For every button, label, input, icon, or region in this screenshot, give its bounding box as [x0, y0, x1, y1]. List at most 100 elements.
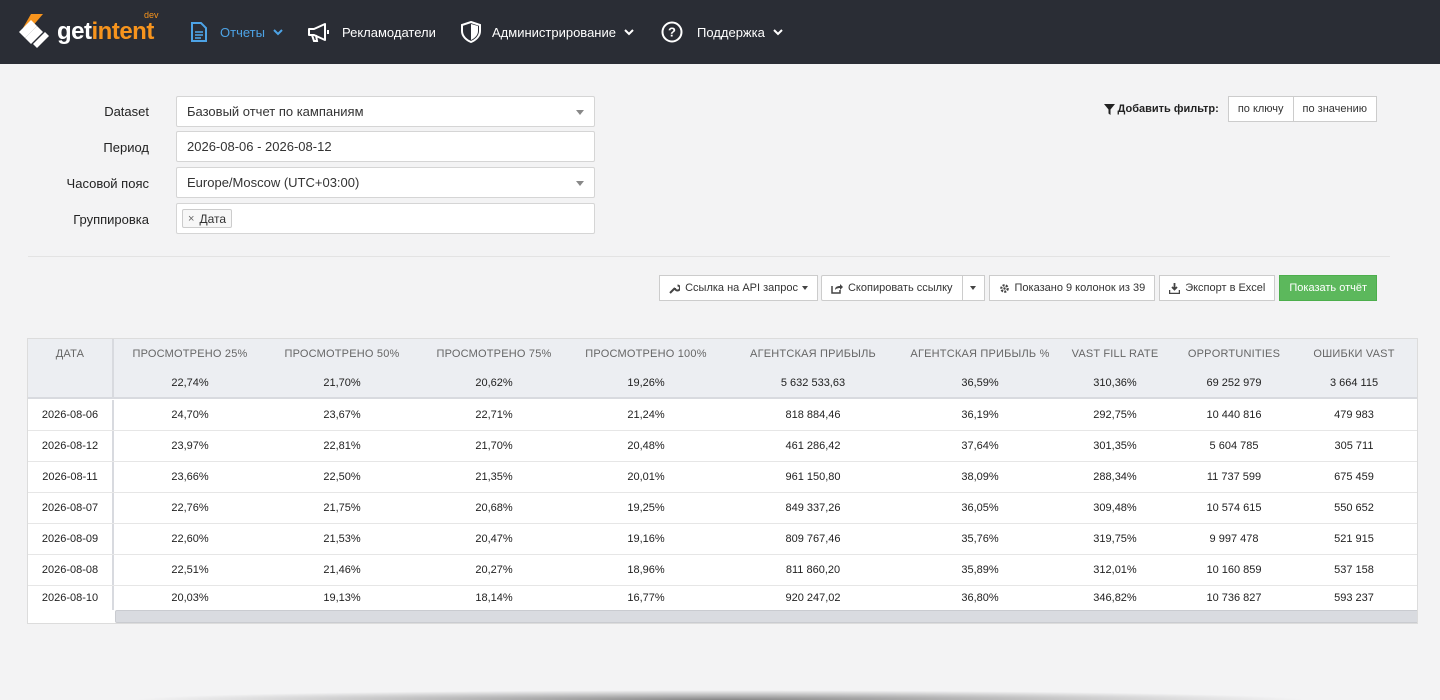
download-icon: [1169, 282, 1181, 294]
table-row: 2026-08-11 23,66% 22,50% 21,35% 20,01% 9…: [28, 462, 1417, 493]
table-cell: 35,76%: [961, 533, 999, 545]
copy-link-label: Скопировать ссылку: [847, 282, 953, 294]
column-header[interactable]: Просмотрено 50%: [266, 339, 418, 369]
column-header[interactable]: Просмотрено 25%: [114, 339, 266, 369]
column-header[interactable]: VAST fill rate: [1056, 339, 1174, 369]
table-cell: 288,34%: [1093, 471, 1137, 483]
total-cell: 3 664 115: [1329, 377, 1379, 389]
table-cell: 2026-08-11: [28, 462, 114, 492]
wrench-icon: [669, 283, 681, 294]
filter-by-value-button[interactable]: по значению: [1292, 96, 1377, 122]
env-badge: dev: [144, 10, 159, 20]
table-cell: 5 604 785: [1209, 440, 1259, 452]
section-divider: [28, 256, 1390, 257]
table-cell: 23,66%: [171, 471, 209, 483]
grouping-label: Группировка: [73, 212, 149, 227]
table-cell: 38,09%: [961, 471, 999, 483]
table-cell: 36,19%: [961, 409, 999, 421]
table-cell: 305 711: [1334, 440, 1374, 452]
nav-administration-label: Администрирование: [492, 24, 616, 40]
table-cell: 10 736 827: [1206, 592, 1262, 604]
table-cell: 20,47%: [475, 533, 513, 545]
horizontal-scrollbar[interactable]: [115, 610, 1417, 623]
table-row: 2026-08-08 22,51% 21,46% 20,27% 18,96% 8…: [28, 555, 1417, 586]
grouping-multiselect[interactable]: × Дата: [176, 203, 595, 234]
table-cell: 20,48%: [627, 440, 665, 452]
logo-mark-icon: [19, 14, 49, 48]
table-cell: 301,35%: [1093, 440, 1137, 452]
megaphone-icon: [306, 20, 332, 44]
api-link-button[interactable]: Ссылка на API запрос: [659, 275, 818, 301]
total-cell: [28, 369, 114, 397]
table-cell: 811 860,20: [785, 564, 841, 576]
period-label: Период: [103, 140, 149, 155]
columns-label: Показано 9 колонок из 39: [1014, 282, 1146, 294]
columns-button[interactable]: Показано 9 колонок из 39: [988, 275, 1156, 301]
table-cell: 21,35%: [475, 471, 513, 483]
column-header[interactable]: Агентская прибыль: [722, 339, 904, 369]
grouping-tag-label: Дата: [199, 211, 227, 226]
table-cell: 309,48%: [1093, 502, 1137, 514]
gear-icon: [999, 283, 1010, 294]
table-cell: 20,03%: [171, 592, 209, 604]
column-header[interactable]: Дата: [28, 339, 114, 369]
column-header[interactable]: Ошибки VAST: [1294, 339, 1414, 369]
table-cell: 537 158: [1334, 564, 1374, 576]
tag-remove-icon[interactable]: ×: [188, 213, 194, 225]
copy-link-button[interactable]: Скопировать ссылку: [820, 275, 963, 301]
filter-by-key-button[interactable]: по ключу: [1227, 96, 1294, 122]
table-cell: 22,51%: [171, 564, 209, 576]
dataset-select[interactable]: Базовый отчет по кампаниям: [176, 96, 595, 127]
total-cell: 20,62%: [475, 377, 513, 389]
nav-support-label: Поддержка: [697, 24, 765, 40]
table-totals-row: 22,74% 21,70% 20,62% 19,26% 5 632 533,63…: [28, 369, 1417, 399]
column-header[interactable]: Просмотрено 100%: [570, 339, 722, 369]
table-cell: 2026-08-12: [28, 431, 114, 461]
table-cell: 11 737 599: [1206, 471, 1262, 483]
table-cell: 21,46%: [323, 564, 361, 576]
table-cell: 21,75%: [323, 502, 361, 514]
table-cell: 19,25%: [627, 502, 665, 514]
column-header[interactable]: Просмотрено 75%: [418, 339, 570, 369]
total-cell: 21,70%: [323, 377, 361, 389]
table-cell: 292,75%: [1093, 409, 1137, 421]
timezone-select[interactable]: Europe/Moscow (UTC+03:00): [176, 167, 595, 198]
period-input[interactable]: 2026-08-06 - 2026-08-12: [176, 131, 595, 162]
table-cell: 18,96%: [627, 564, 665, 576]
table-cell: 2026-08-10: [28, 586, 114, 610]
table-cell: 20,01%: [627, 471, 665, 483]
table-cell: 36,05%: [961, 502, 999, 514]
chevron-down-icon: [773, 29, 783, 36]
table-cell: 2026-08-06: [28, 400, 114, 430]
timezone-label: Часовой пояс: [66, 176, 149, 191]
export-excel-button[interactable]: Экспорт в Excel: [1159, 275, 1276, 301]
nav-reports[interactable]: Отчеты: [188, 0, 283, 64]
table-cell: 21,53%: [323, 533, 361, 545]
nav-advertisers[interactable]: Рекламодатели: [306, 0, 436, 64]
top-navbar: getintent dev Отчеты Рекламодатели Админ…: [0, 0, 1440, 64]
nav-advertisers-label: Рекламодатели: [342, 24, 436, 40]
column-header[interactable]: Агентская прибыль %: [904, 339, 1056, 369]
nav-administration[interactable]: Администрирование: [460, 0, 634, 64]
dataset-value: Базовый отчет по кампаниям: [187, 104, 364, 119]
table-cell: 346,82%: [1093, 592, 1137, 604]
table-cell: 37,64%: [961, 440, 999, 452]
document-icon: [188, 20, 210, 44]
table-cell: 461 286,42: [785, 440, 841, 452]
export-excel-label: Экспорт в Excel: [1185, 282, 1266, 294]
copy-link-dropdown-toggle[interactable]: [961, 275, 985, 301]
table-cell: 10 574 615: [1206, 502, 1262, 514]
total-cell: 5 632 533,63: [780, 377, 846, 389]
table-cell: 36,80%: [961, 592, 999, 604]
total-cell: 69 252 979: [1206, 377, 1262, 389]
table-cell: 961 150,80: [785, 471, 841, 483]
table-cell: 18,14%: [475, 592, 513, 604]
show-report-button[interactable]: Показать отчёт: [1279, 275, 1377, 301]
chevron-down-icon: [624, 29, 634, 36]
nav-support[interactable]: ? Поддержка: [661, 0, 783, 64]
add-filter-label: Добавить фильтр:: [1103, 103, 1219, 115]
table-cell: 16,77%: [627, 592, 665, 604]
column-header[interactable]: Opportunities: [1174, 339, 1294, 369]
add-filter-text: Добавить фильтр:: [1117, 103, 1219, 115]
funnel-icon: [1103, 103, 1115, 115]
